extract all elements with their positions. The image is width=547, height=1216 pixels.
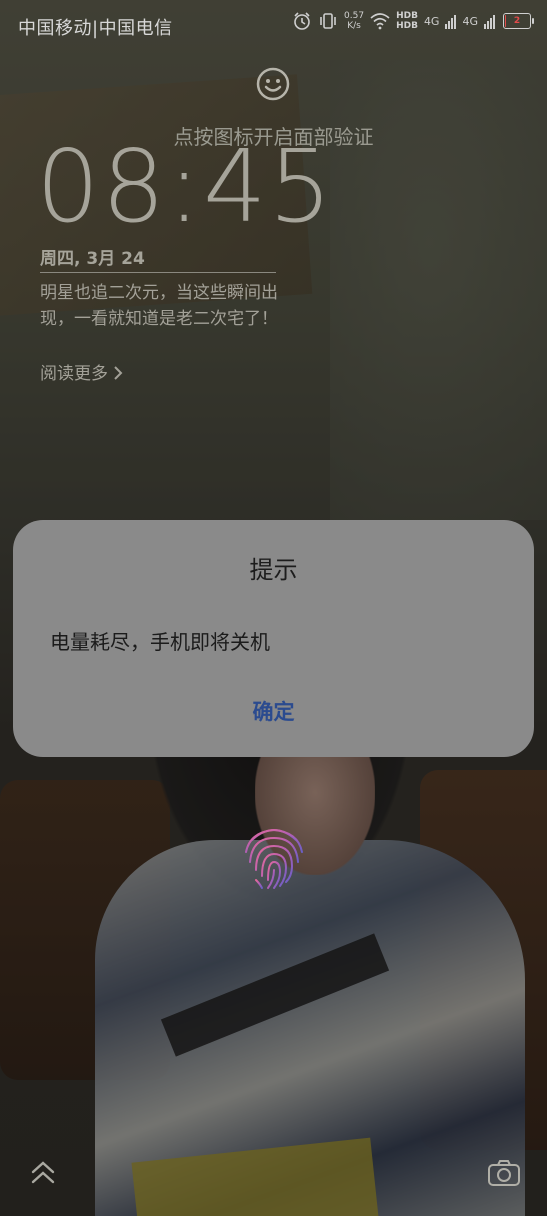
smiley-face-icon[interactable]	[256, 67, 290, 101]
vibrate-icon	[320, 13, 336, 29]
read-more-link[interactable]: 阅读更多	[40, 359, 123, 384]
low-battery-dialog: 提示 电量耗尽，手机即将关机 确定	[13, 520, 534, 757]
dialog-message: 电量耗尽，手机即将关机	[50, 630, 270, 654]
wifi-icon	[370, 13, 390, 30]
signal-1-icon	[445, 13, 457, 29]
alarm-icon	[294, 12, 310, 30]
hd-label-1: HDB	[396, 11, 418, 21]
net-speed-unit: K/s	[347, 21, 361, 31]
fingerprint-icon[interactable]	[236, 818, 312, 894]
network-type-1: 4G	[423, 14, 440, 28]
hd-label-2: HDB	[396, 21, 418, 31]
network-type-2: 4G	[462, 14, 478, 28]
net-speed: 0.57 K/s	[344, 11, 364, 31]
confirm-button[interactable]: 确定	[213, 692, 334, 732]
signal-2-icon	[484, 13, 495, 29]
dialog-title: 提示	[249, 556, 298, 584]
hd-indicator: HDB HDB	[396, 11, 418, 31]
chevron-right-icon	[114, 366, 123, 380]
battery-level: 2	[513, 16, 521, 26]
date-divider	[40, 272, 276, 273]
carrier-label: 中国移动|中国电信	[18, 18, 173, 39]
status-icons: 0.57 K/s HDB HDB 4G 4G 2	[292, 11, 534, 31]
camera-icon[interactable]	[487, 1158, 521, 1188]
magazine-headline[interactable]: 明星也追二次元，当这些瞬间出现，一看就知道是老二次宅了！	[40, 280, 285, 332]
status-bar: 中国移动|中国电信 0.57 K/s HDB HDB 4G 4G 2	[0, 0, 547, 50]
lock-date: 周四, 3月 24	[40, 249, 145, 269]
chevron-up-icon[interactable]	[30, 1158, 56, 1188]
battery-icon: 2	[503, 13, 534, 29]
net-speed-value: 0.57	[344, 11, 365, 21]
read-more-label: 阅读更多	[40, 364, 108, 384]
lock-clock: 08:45	[36, 128, 335, 245]
